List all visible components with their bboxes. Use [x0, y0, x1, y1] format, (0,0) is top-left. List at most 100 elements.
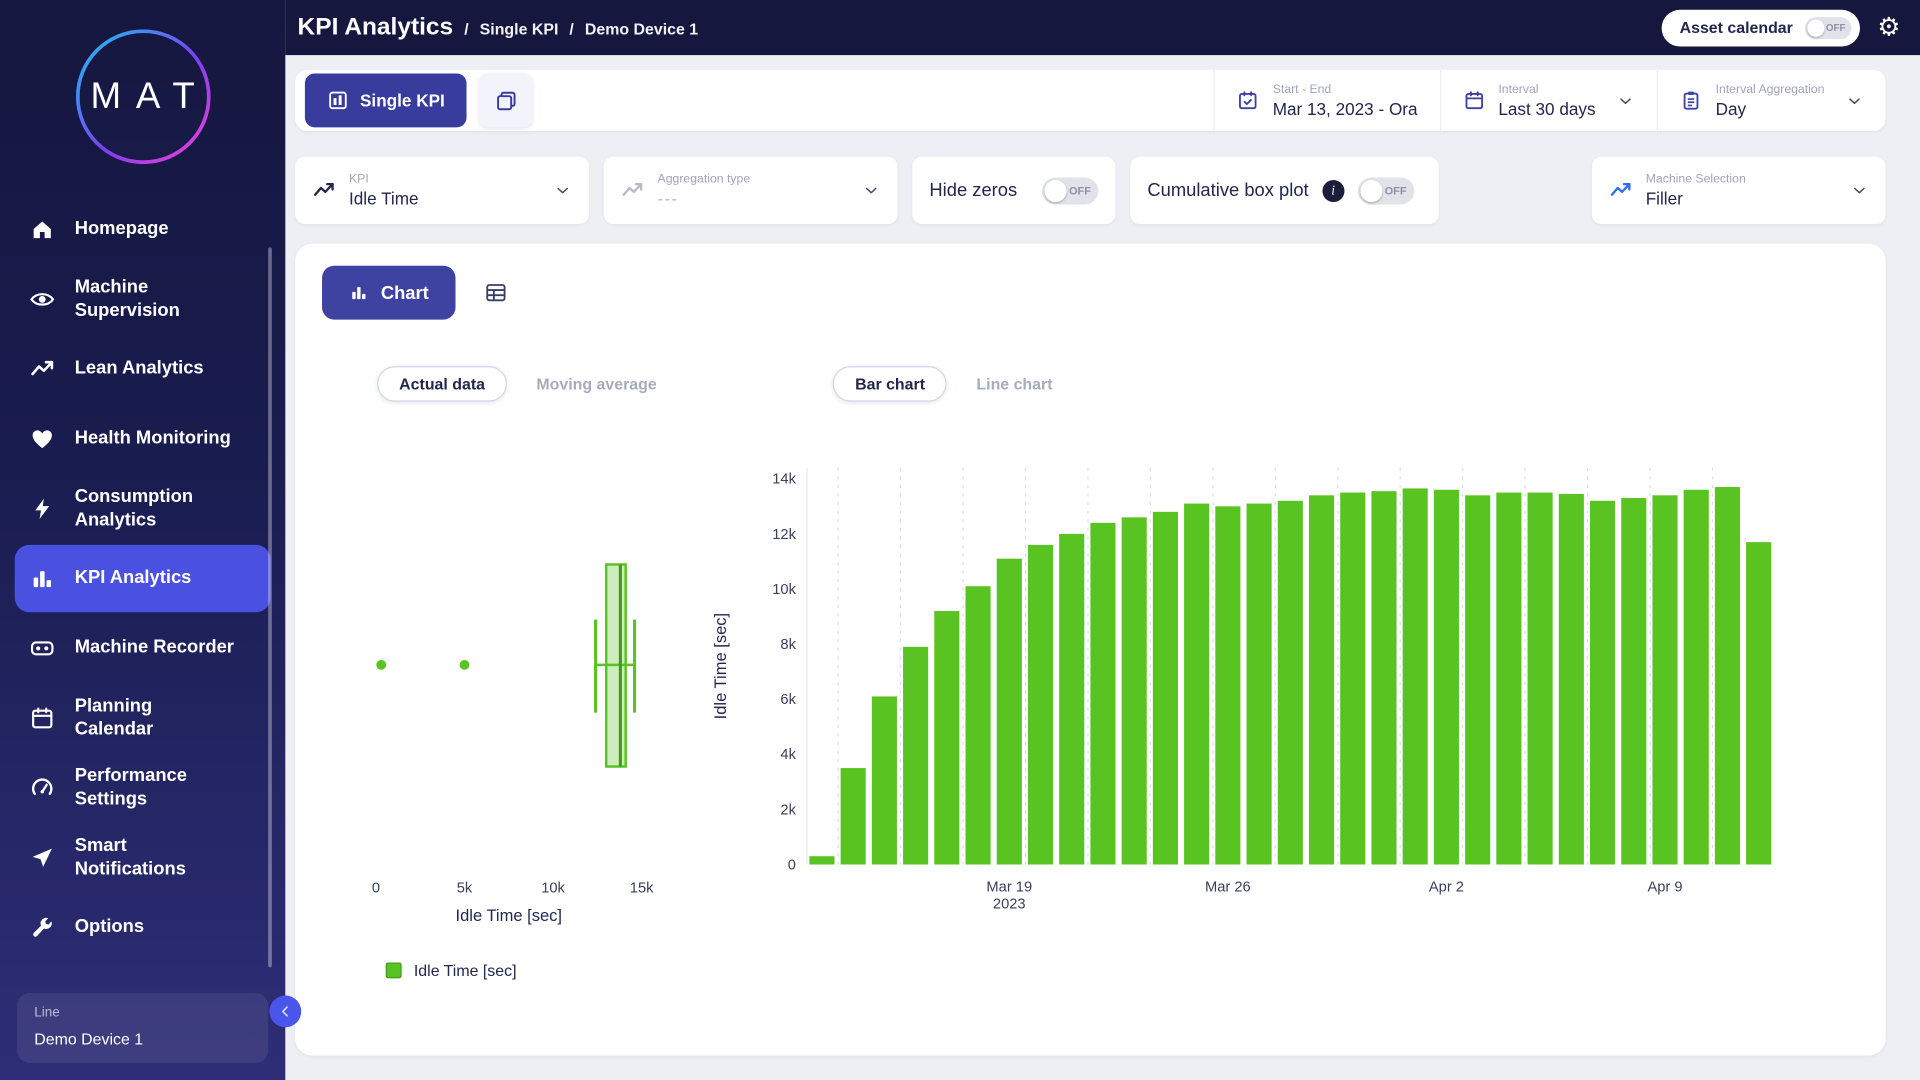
- aggregation-type-select[interactable]: Aggregation type ---: [604, 157, 898, 224]
- multi-kpi-button[interactable]: [479, 73, 533, 127]
- svg-text:12k: 12k: [772, 527, 796, 543]
- sidebar-item-label: MachineSupervision: [75, 276, 180, 322]
- data-mode-chip-moving-average[interactable]: Moving average: [514, 366, 678, 402]
- sidebar-nav: Homepage MachineSupervision Lean Analytics…: [0, 193, 285, 963]
- toggle-knob: [1360, 179, 1382, 201]
- svg-text:2023: 2023: [993, 897, 1026, 913]
- chart-legend: Idle Time [sec]: [322, 961, 1859, 979]
- cumulative-box-plot-label: Cumulative box plot: [1147, 180, 1308, 201]
- gear-icon[interactable]: ⚙: [1877, 15, 1900, 41]
- breadcrumb: KPI Analytics / Single KPI / Demo Device…: [298, 13, 699, 41]
- device-name: Demo Device 1: [34, 1030, 251, 1048]
- calendar-icon: [29, 705, 55, 731]
- toggle-state-text: OFF: [1069, 184, 1091, 196]
- date-range-label: Start - End: [1273, 83, 1418, 96]
- svg-text:10k: 10k: [772, 582, 796, 598]
- data-mode-chip-actual-data[interactable]: Actual data: [377, 366, 507, 402]
- app-root: MAT Homepage MachineSupervision Lean Analy…: [0, 0, 1920, 1080]
- svg-text:Mar 19: Mar 19: [986, 879, 1032, 895]
- kpi-select[interactable]: KPI Idle Time: [295, 157, 589, 224]
- asset-calendar-toggle[interactable]: OFF: [1805, 17, 1852, 39]
- breadcrumb-item-device[interactable]: Demo Device 1: [585, 20, 698, 38]
- sidebar-item-health-monitoring[interactable]: Health Monitoring: [15, 405, 271, 472]
- eye-icon: [29, 287, 55, 313]
- svg-text:0: 0: [372, 881, 380, 897]
- kpi-toolbar: Single KPI Start - End Mar 13, 2023 - Or…: [295, 70, 1886, 131]
- main-area: KPI Analytics / Single KPI / Demo Device…: [285, 0, 1920, 1080]
- svg-text:Mar 26: Mar 26: [1205, 879, 1251, 895]
- cumulative-box-plot-control: Cumulative box plot i OFF: [1130, 157, 1439, 224]
- clipboard-icon: [1680, 89, 1702, 111]
- send-icon: [29, 845, 55, 871]
- interval-aggregation-select[interactable]: Interval Aggregation Day: [1657, 70, 1886, 131]
- toggle-state-text: OFF: [1385, 184, 1407, 196]
- machine-selection-label: Machine Selection: [1646, 173, 1746, 186]
- device-card[interactable]: Line Demo Device 1: [17, 993, 268, 1063]
- calendar-icon: [1463, 89, 1485, 111]
- machine-selection-select[interactable]: Machine Selection Filler: [1592, 157, 1886, 224]
- sidebar-item-label: PerformanceSettings: [75, 765, 187, 811]
- bolt-icon: [29, 496, 55, 522]
- asset-calendar-pill[interactable]: Asset calendar OFF: [1661, 9, 1860, 46]
- hide-zeros-toggle[interactable]: OFF: [1042, 177, 1098, 204]
- interval-value: Last 30 days: [1498, 99, 1595, 119]
- single-kpi-button[interactable]: Single KPI: [305, 73, 467, 127]
- filter-spacer: [1453, 157, 1577, 224]
- chart-card: Chart Actual dataMoving average Bar char…: [295, 244, 1886, 1056]
- sidebar-item-label: ConsumptionAnalytics: [75, 486, 193, 532]
- trend-icon: [29, 356, 55, 382]
- sidebar-item-label: Lean Analytics: [75, 358, 204, 381]
- sidebar-item-performance-settings[interactable]: PerformanceSettings: [15, 754, 271, 821]
- sidebar-item-machine-supervision[interactable]: MachineSupervision: [15, 266, 271, 333]
- logo-circle: MAT: [75, 29, 210, 164]
- bar-chart: 02k4k6k8k10k12k14kMar 192023Mar 26Apr 2A…: [702, 458, 1853, 942]
- sidebar-scrollbar[interactable]: [268, 247, 272, 967]
- cumulative-box-plot-toggle[interactable]: OFF: [1358, 177, 1414, 204]
- boxplot-chart: 05k10k15kIdle Time [sec]: [322, 458, 702, 942]
- info-icon[interactable]: i: [1322, 179, 1344, 201]
- chart-type-chip-line-chart[interactable]: Line chart: [954, 366, 1074, 402]
- trend-icon: [312, 179, 335, 202]
- sidebar-item-options[interactable]: Options: [15, 894, 271, 961]
- sidebar-item-planning-calendar[interactable]: PlanningCalendar: [15, 684, 271, 751]
- gauge-icon: [29, 775, 55, 801]
- toggle-state-text: OFF: [1826, 22, 1846, 33]
- bar-chart-icon: [29, 566, 55, 592]
- interval-aggregation-label: Interval Aggregation: [1716, 83, 1825, 96]
- table-view-button[interactable]: [478, 274, 515, 311]
- date-range-value: Mar 13, 2023 - Ora: [1273, 99, 1418, 119]
- breadcrumb-separator: /: [569, 20, 573, 38]
- sidebar-item-machine-recorder[interactable]: Machine Recorder: [15, 615, 271, 682]
- top-header: KPI Analytics / Single KPI / Demo Device…: [285, 0, 1920, 55]
- svg-text:Apr 2: Apr 2: [1429, 879, 1464, 895]
- interval-select[interactable]: Interval Last 30 days: [1440, 70, 1657, 131]
- table-icon: [484, 280, 508, 304]
- hide-zeros-control: Hide zeros OFF: [912, 157, 1115, 224]
- chevron-left-icon: [277, 1003, 294, 1020]
- sidebar-item-label: KPI Analytics: [75, 567, 192, 590]
- svg-text:4k: 4k: [780, 747, 796, 763]
- trend-icon: [621, 179, 644, 202]
- sidebar-spacer: [0, 964, 285, 993]
- heart-icon: [29, 426, 55, 452]
- svg-text:Idle Time [sec]: Idle Time [sec]: [711, 613, 730, 719]
- chart-type-chip-bar-chart[interactable]: Bar chart: [833, 366, 947, 402]
- sidebar: MAT Homepage MachineSupervision Lean Analy…: [0, 0, 285, 1080]
- legend-swatch: [386, 962, 402, 978]
- sidebar-item-lean-analytics[interactable]: Lean Analytics: [15, 336, 271, 403]
- breadcrumb-item-single-kpi[interactable]: Single KPI: [480, 20, 559, 38]
- logo: MAT: [0, 0, 285, 176]
- trend-icon: [1609, 179, 1632, 202]
- sidebar-item-consumption-analytics[interactable]: ConsumptionAnalytics: [15, 475, 271, 542]
- sidebar-collapse-button[interactable]: [269, 996, 301, 1028]
- sidebar-item-smart-notifications[interactable]: SmartNotifications: [15, 824, 271, 891]
- single-kpi-icon: [327, 89, 349, 111]
- svg-text:Apr 9: Apr 9: [1647, 879, 1682, 895]
- sidebar-item-homepage[interactable]: Homepage: [15, 196, 271, 263]
- charts-area: 05k10k15kIdle Time [sec] 02k4k6k8k10k12k…: [322, 458, 1859, 942]
- date-range-picker[interactable]: Start - End Mar 13, 2023 - Ora: [1214, 70, 1440, 131]
- kpi-label: KPI: [349, 173, 419, 186]
- sidebar-item-kpi-analytics[interactable]: KPI Analytics: [15, 545, 271, 612]
- chart-tab-button[interactable]: Chart: [322, 266, 456, 320]
- legend-label: Idle Time [sec]: [414, 961, 517, 979]
